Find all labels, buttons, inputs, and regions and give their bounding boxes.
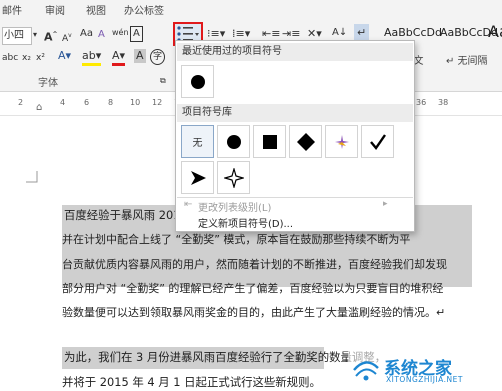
filled-diamond-icon	[296, 132, 315, 151]
ruler-number: 10	[130, 98, 141, 107]
tab-review[interactable]: 审阅	[45, 2, 65, 17]
checkmark-icon	[369, 133, 386, 150]
ruler-number: 6	[84, 98, 90, 107]
filled-circle-icon	[226, 134, 241, 149]
ruler-number: 8	[108, 98, 114, 107]
filled-square-icon	[262, 134, 277, 149]
tab-mailings[interactable]: 邮件	[2, 2, 22, 17]
bullet-option-diamond[interactable]	[289, 125, 322, 158]
bullet-option-checkmark[interactable]	[361, 125, 394, 158]
superscript-icon[interactable]: x²	[36, 51, 45, 65]
multilevel-list-icon[interactable]: ⁞≡▾	[232, 27, 250, 41]
change-list-level-item[interactable]: 更改列表级别(L)	[198, 199, 271, 214]
bullet-option-square[interactable]	[253, 125, 286, 158]
filled-circle-icon	[190, 74, 205, 89]
tab-office-tab[interactable]: 办公标签	[124, 2, 164, 17]
grow-font-icon[interactable]: A^	[44, 28, 58, 45]
watermark-url: XITONGZHIJIA.NET	[386, 375, 463, 384]
bullet-option-star-cluster[interactable]	[325, 125, 358, 158]
document-line: 台贡献优质内容暴风雨的用户，然而随着计划的不断推进，百度经验我们却发现	[62, 258, 447, 271]
decrease-indent-icon[interactable]: ⇤≡	[262, 27, 280, 41]
document-line: 为此，我们在 3 月份进暴风雨百度经验行了全勤奖的数量调整，	[64, 350, 387, 364]
font-size-dropdown-icon[interactable]: ▾	[33, 28, 37, 42]
ruler-number: 12	[152, 98, 163, 107]
font-case-icon[interactable]: Aa	[80, 27, 93, 41]
bullet-none-option[interactable]: 无	[181, 125, 214, 158]
recent-bullets-header: 最近使用过的项目符号	[177, 43, 413, 61]
bullet-option-disc[interactable]	[217, 125, 250, 158]
character-border-icon[interactable]: A	[130, 26, 143, 42]
bullet-option-four-point-star[interactable]	[217, 161, 250, 194]
font-size-select[interactable]: 小四	[2, 27, 32, 45]
ruler-number: 38	[438, 98, 449, 107]
define-new-bullet-item[interactable]: 定义新项目符号(D)...	[198, 215, 293, 230]
character-shading-icon[interactable]: A	[134, 49, 146, 63]
numbering-icon[interactable]: ⁝≡▾	[207, 27, 225, 41]
arrowhead-icon	[190, 170, 206, 185]
style-preview-heading[interactable]: Aa	[488, 22, 502, 41]
enclose-character-icon[interactable]: 字	[150, 49, 166, 65]
highlight-color-icon[interactable]: ab▾	[82, 49, 102, 66]
document-line: 并在计划中配合上线了 “全勤奖” 模式，原本旨在鼓励那些持续不断为平	[62, 233, 411, 246]
ribbon-tab-bar: 邮件 审阅 视图 办公标签	[0, 0, 502, 18]
phonetic-guide-icon[interactable]: wén	[112, 26, 129, 40]
watermark: 系统之家 XITONGZHIJIA.NET	[348, 348, 500, 388]
ruler-number: 2	[18, 98, 24, 107]
document-line: 并将于 2015 年 4 月 1 日起正式试行这些新规则。	[62, 375, 321, 389]
font-group-label: 字体	[38, 78, 58, 89]
document-line: 部分用户对 “全勤奖” 的理解已经产生了偏差，百度经验以为只要盲目的堆积经	[62, 282, 444, 295]
ruler-number: 36	[416, 98, 427, 107]
bullet-library-dropdown: 最近使用过的项目符号 项目符号库 无 ⇤ 更改列表级别(L) ▸ 定义新项目符号…	[175, 40, 415, 232]
star-cluster-icon	[334, 134, 349, 149]
page-corner-mark	[26, 171, 38, 183]
bullet-none-label: 无	[192, 138, 203, 149]
increase-indent-icon[interactable]: ⇥≡	[282, 27, 300, 41]
dropdown-separator	[177, 197, 413, 198]
asian-layout-icon[interactable]: ✕▾	[307, 27, 322, 41]
document-line: 验数量便可以达到领取暴风雨奖金的目的，由此产生了大量滥刷经验的情况。↵	[62, 306, 446, 319]
tab-view[interactable]: 视图	[86, 2, 106, 17]
submenu-arrow-icon: ▸	[383, 199, 388, 209]
recent-bullet-disc[interactable]	[181, 65, 214, 98]
strikethrough-icon[interactable]: abc	[2, 51, 18, 65]
style-name-no-spacing: ↵ 无间隔	[446, 56, 488, 67]
sort-icon[interactable]: A↓	[332, 26, 347, 40]
font-dialog-launcher-icon[interactable]: ⧉	[160, 74, 166, 88]
clear-format-icon[interactable]: A	[98, 28, 105, 42]
watermark-logo-icon	[353, 361, 379, 381]
style-preview-normal[interactable]: AaBbCcDd	[384, 26, 442, 39]
indent-marker-icon[interactable]: ⌂	[36, 102, 42, 113]
subscript-icon[interactable]: x₂	[22, 51, 31, 65]
bullet-option-arrowhead[interactable]	[181, 161, 214, 194]
shrink-font-icon[interactable]: Av	[62, 29, 72, 46]
text-effects-icon[interactable]: A▾	[58, 49, 71, 63]
change-level-icon: ⇤	[184, 199, 193, 210]
ruler-number: 4	[60, 98, 66, 107]
four-point-star-icon	[223, 167, 244, 188]
bullet-library-header: 项目符号库	[177, 104, 413, 122]
font-color-icon[interactable]: A▾	[112, 49, 126, 66]
